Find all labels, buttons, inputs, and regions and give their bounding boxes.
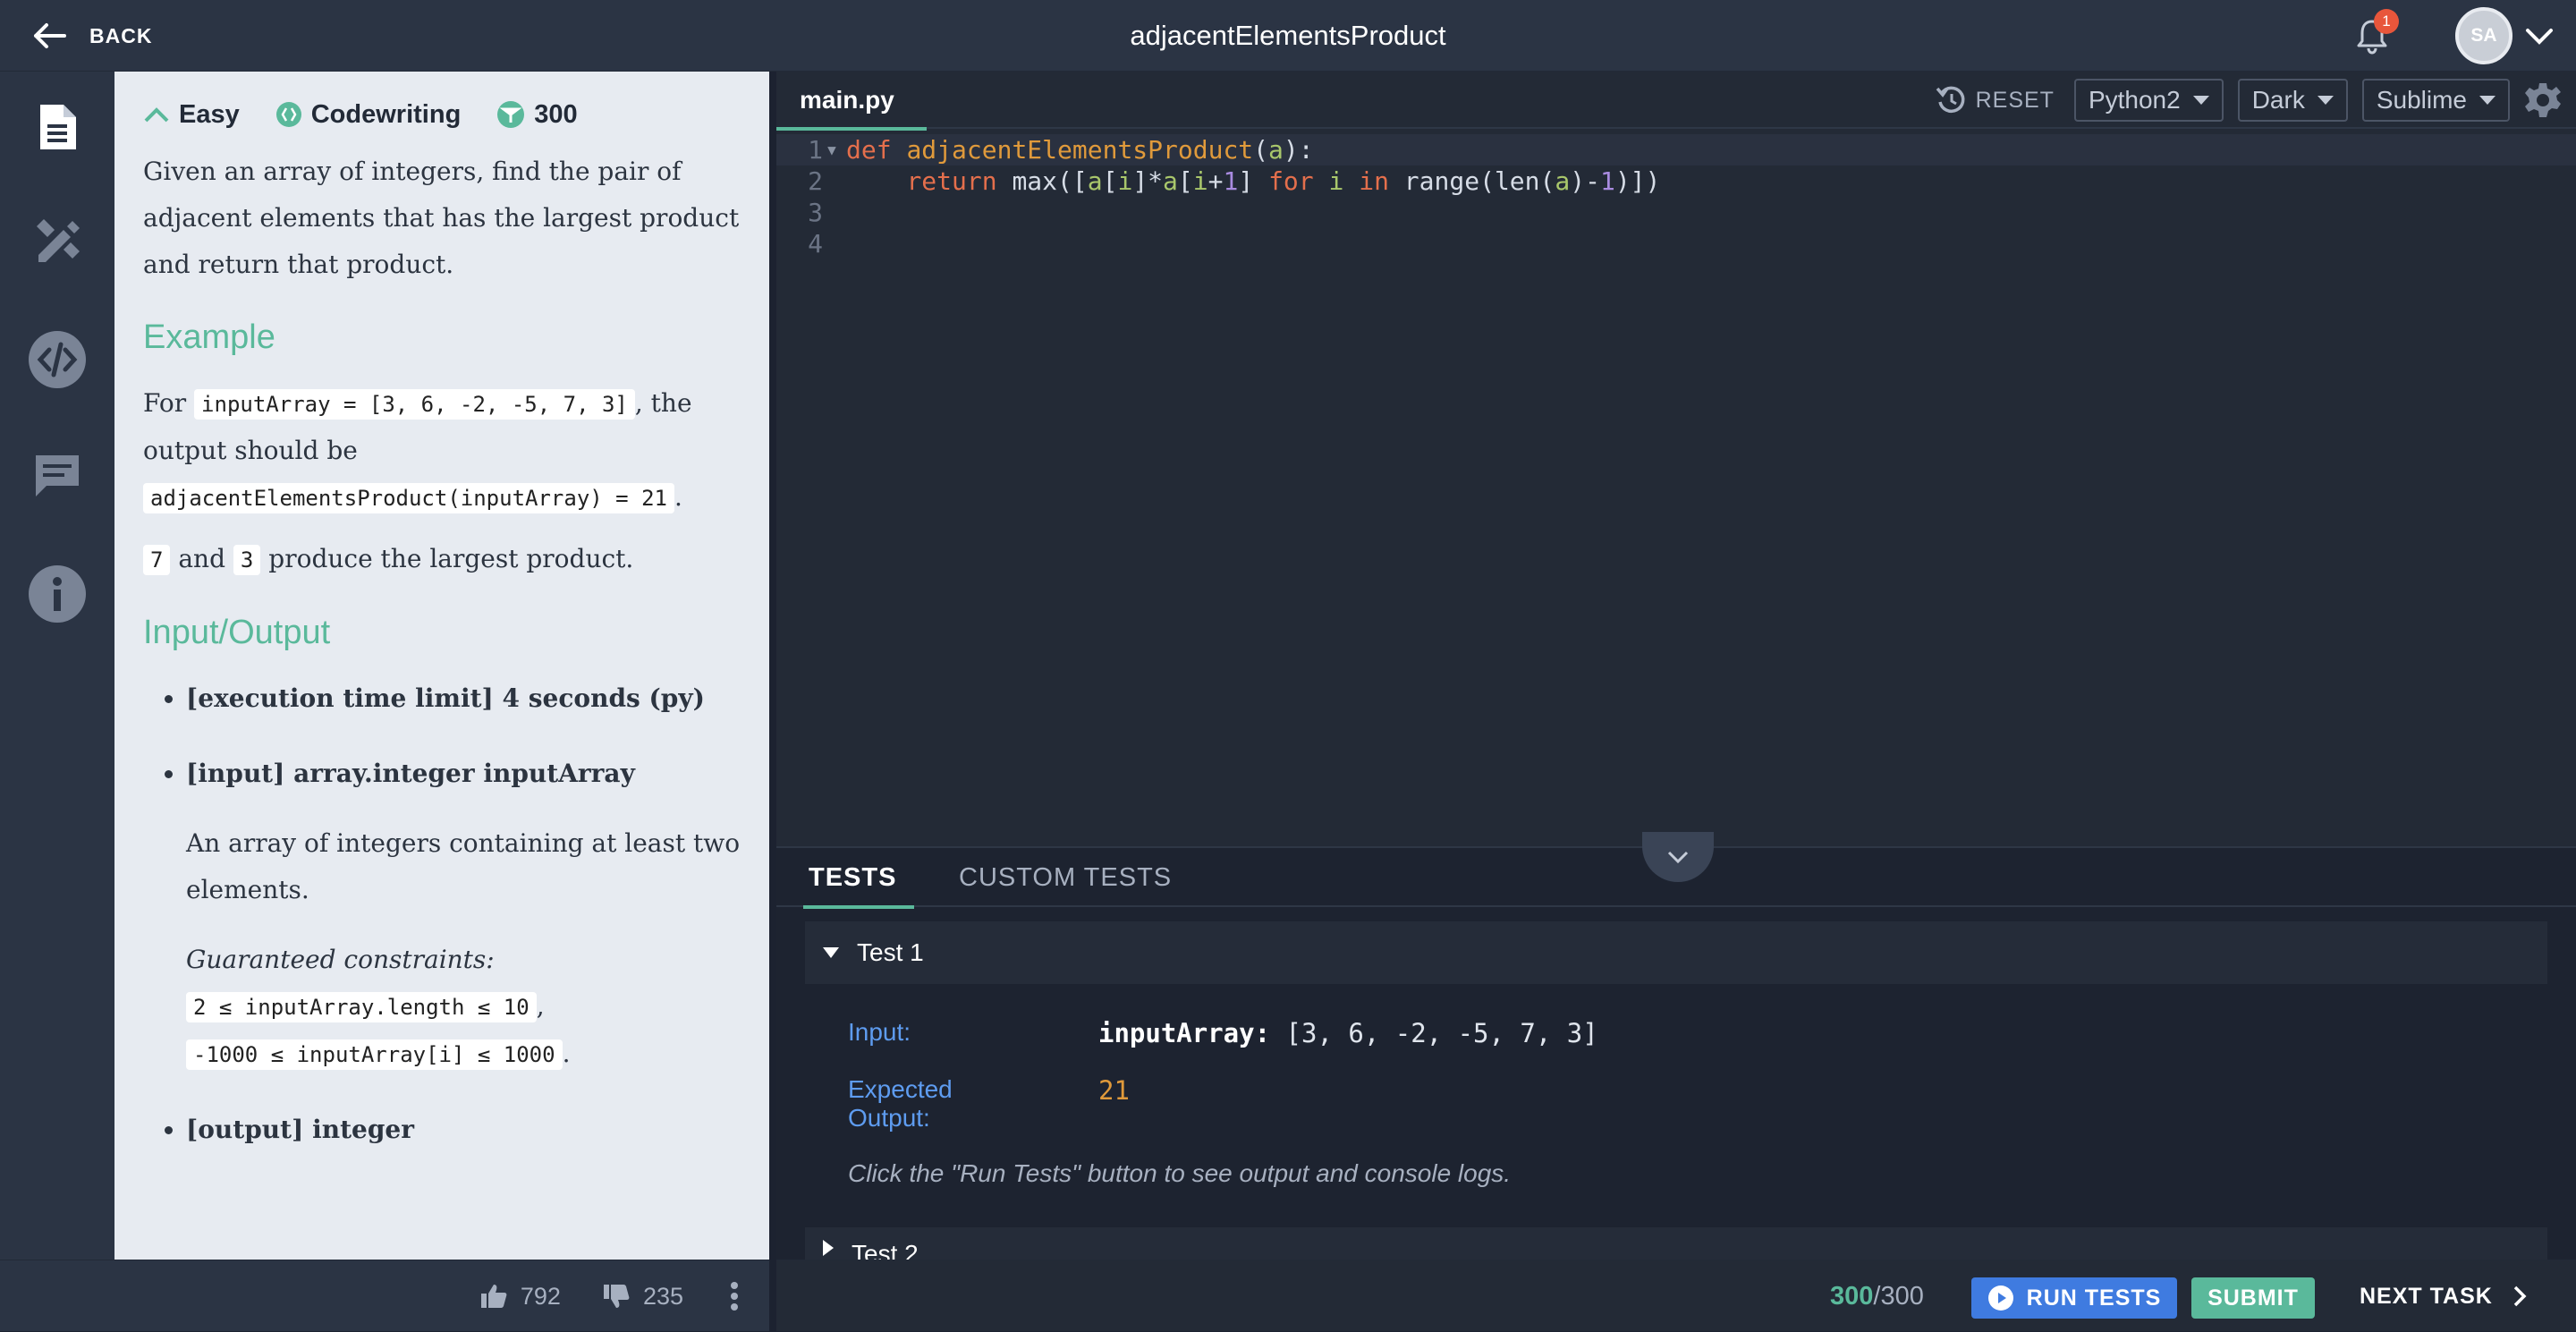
example-input-code: inputArray = [3, 6, -2, -5, 7, 3] xyxy=(194,389,635,420)
difficulty-label: Easy xyxy=(179,99,240,129)
feedback: 792 235 xyxy=(479,1260,739,1332)
example-explanation: 7 and 3 produce the largest product. xyxy=(143,536,741,583)
score: 300/300 xyxy=(1830,1282,1924,1311)
likes-count: 792 xyxy=(520,1282,561,1310)
list-item: [input] array.integer inputArray An arra… xyxy=(186,751,741,1078)
submit-button[interactable]: SUBMIT xyxy=(2191,1277,2315,1319)
reset-icon xyxy=(1936,86,1965,114)
nav-sandbox[interactable] xyxy=(21,206,93,277)
example-text: For inputArray = [3, 6, -2, -5, 7, 3], t… xyxy=(143,388,692,513)
next-task-button[interactable]: NEXT TASK xyxy=(2360,1260,2527,1332)
points-icon xyxy=(497,101,525,128)
nav-code[interactable] xyxy=(21,324,93,395)
code-line[interactable]: 3 xyxy=(776,197,2576,228)
caret-down-icon xyxy=(2317,96,2334,105)
file-tab[interactable]: main.py xyxy=(776,72,927,131)
task-description-panel: Easy Codewriting 300 Given an array of i… xyxy=(114,72,769,1260)
collapse-panel-button[interactable] xyxy=(1642,832,1714,882)
keymap-select[interactable]: Sublime xyxy=(2361,79,2510,122)
io-heading: Input/Output xyxy=(143,614,331,651)
task-type-label: Codewriting xyxy=(310,99,462,129)
code-line[interactable]: 4 xyxy=(776,228,2576,259)
fold-icon[interactable]: ▼ xyxy=(823,134,841,165)
action-bar: 300/300 RUN TESTS SUBMIT NEXT TASK xyxy=(776,1260,2576,1331)
nav-description[interactable] xyxy=(21,91,93,163)
discuss-icon xyxy=(36,455,79,496)
avatar[interactable]: SA xyxy=(2455,7,2512,64)
task-description: Given an array of integers, find the pai… xyxy=(143,157,740,279)
thumbs-up-icon[interactable] xyxy=(479,1283,508,1310)
io-list: [execution time limit] 4 seconds (py) [i… xyxy=(186,675,741,1153)
input-value: inputArray: [3, 6, -2, -5, 7, 3] xyxy=(1098,1018,1598,1048)
points-label: 300 xyxy=(534,99,578,129)
caret-down-icon xyxy=(2479,96,2496,105)
page-title: adjacentElementsProduct xyxy=(1130,20,1446,51)
tab-tests[interactable]: TESTS xyxy=(802,848,916,909)
test-1-header[interactable]: Test 1 xyxy=(805,921,2547,984)
code-line[interactable]: 1 ▼ def adjacentElementsProduct(a): xyxy=(776,134,2576,165)
editor-toolbar: RESET Python2 Dark Sublime xyxy=(1935,79,2562,122)
tests-panel: TESTS CUSTOM TESTS Test 1 Input: inputAr… xyxy=(776,832,2576,1263)
gear-icon[interactable] xyxy=(2524,81,2562,119)
reset-button[interactable]: RESET xyxy=(1935,85,2055,115)
sandbox-icon xyxy=(37,219,80,262)
list-item: [execution time limit] 4 seconds (py) xyxy=(186,675,741,722)
chevron-up-icon xyxy=(144,107,169,123)
editor-tabs: main.py RESET Python2 Dark Sublime xyxy=(776,72,2576,131)
caret-right-icon xyxy=(823,1240,834,1256)
top-bar: BACK adjacentElementsProduct 1 SA xyxy=(0,0,2576,72)
input-description: An array of integers containing at least… xyxy=(186,828,741,904)
chevron-down-icon xyxy=(1667,851,1689,864)
input-label: Input: xyxy=(848,1018,911,1046)
dislikes-count: 235 xyxy=(642,1282,683,1310)
info-icon xyxy=(29,565,86,623)
theme-select[interactable]: Dark xyxy=(2237,79,2348,122)
tests-tabs: TESTS CUSTOM TESTS xyxy=(776,832,2576,909)
description-icon xyxy=(40,105,76,149)
example-heading: Example xyxy=(143,318,275,356)
thumbs-down-icon[interactable] xyxy=(602,1283,631,1310)
code-editor: main.py RESET Python2 Dark Sublime 1 ▼ def… xyxy=(776,72,2576,846)
task-meta: Easy Codewriting 300 xyxy=(143,97,741,132)
list-item: [output] integer xyxy=(186,1107,741,1153)
chevron-right-icon xyxy=(2513,1285,2527,1307)
expected-label: Expected Output: xyxy=(848,1075,953,1132)
expected-value: 21 xyxy=(1098,1075,1130,1106)
nav-info[interactable] xyxy=(21,558,93,630)
play-icon xyxy=(1987,1285,2013,1311)
language-select[interactable]: Python2 xyxy=(2073,79,2224,122)
example-output-code: adjacentElementsProduct(inputArray) = 21 xyxy=(143,483,674,513)
side-nav xyxy=(0,72,114,1260)
constraints: Guaranteed constraints: 2 ≤ inputArray.l… xyxy=(186,945,571,1070)
chevron-down-icon[interactable] xyxy=(2524,23,2555,48)
caret-down-icon xyxy=(823,947,839,958)
more-icon[interactable] xyxy=(730,1281,739,1311)
code-icon xyxy=(29,331,86,388)
code-line[interactable]: 2 return max([a[i]*a[i+1] for i in range… xyxy=(776,165,2576,197)
test-2-header[interactable]: Test 2 xyxy=(805,1227,2547,1263)
run-hint: Click the "Run Tests" button to see outp… xyxy=(848,1159,1512,1187)
run-tests-button[interactable]: RUN TESTS xyxy=(1971,1277,2177,1319)
tab-custom-tests[interactable]: CUSTOM TESTS xyxy=(959,848,1172,907)
codewriting-icon xyxy=(275,102,301,127)
nav-discuss[interactable] xyxy=(21,440,93,512)
notification-badge: 1 xyxy=(2374,9,2399,34)
caret-down-icon xyxy=(2192,96,2209,105)
code-area[interactable]: 1 ▼ def adjacentElementsProduct(a): 2 retu… xyxy=(776,134,2576,259)
feedback-bar: 792 235 xyxy=(0,1260,769,1331)
